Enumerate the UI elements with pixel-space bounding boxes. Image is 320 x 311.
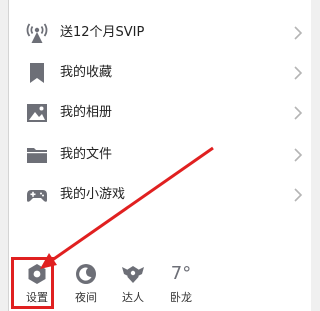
chevron-right-icon <box>292 65 304 81</box>
menu-item-label: 送12个月SVIP <box>60 25 145 40</box>
menu-item-minigames[interactable]: 我的小游戏 <box>9 175 311 215</box>
screen: 送12个月SVIP 我的收藏 我的相册 我的文件 我的小游戏 设置 夜间 达人 … <box>0 0 311 311</box>
expert-button[interactable]: 达人 <box>108 262 158 308</box>
menu-item-svip[interactable]: 送12个月SVIP <box>9 13 311 53</box>
weather-location: 卧龙 <box>170 291 192 304</box>
moon-icon <box>74 262 98 286</box>
weather-widget[interactable]: 7° 卧龙 <box>156 262 206 308</box>
winged-badge-icon <box>121 262 145 286</box>
menu-item-favorites[interactable]: 我的收藏 <box>9 53 311 93</box>
expert-label: 达人 <box>122 291 144 304</box>
chevron-right-icon <box>292 187 304 203</box>
menu-item-label: 我的收藏 <box>60 65 113 80</box>
antenna-broadcast-icon <box>26 22 48 44</box>
bottom-bar: 设置 夜间 达人 7° 卧龙 <box>9 250 311 311</box>
image-icon <box>26 102 48 124</box>
gamepad-icon <box>26 184 48 206</box>
menu-item-label: 我的文件 <box>60 147 113 162</box>
menu-item-album[interactable]: 我的相册 <box>9 93 311 133</box>
night-mode-button[interactable]: 夜间 <box>61 262 111 308</box>
weather-temperature: 7° <box>170 263 192 284</box>
bookmark-icon <box>26 62 48 84</box>
menu-item-label: 我的小游戏 <box>60 187 126 202</box>
chevron-right-icon <box>292 147 304 163</box>
folder-icon <box>26 144 48 166</box>
menu-item-files[interactable]: 我的文件 <box>9 135 311 175</box>
chevron-right-icon <box>292 105 304 121</box>
night-label: 夜间 <box>75 291 97 304</box>
chevron-right-icon <box>292 25 304 41</box>
annotation-highlight-box <box>11 257 54 309</box>
menu-item-label: 我的相册 <box>60 105 113 120</box>
